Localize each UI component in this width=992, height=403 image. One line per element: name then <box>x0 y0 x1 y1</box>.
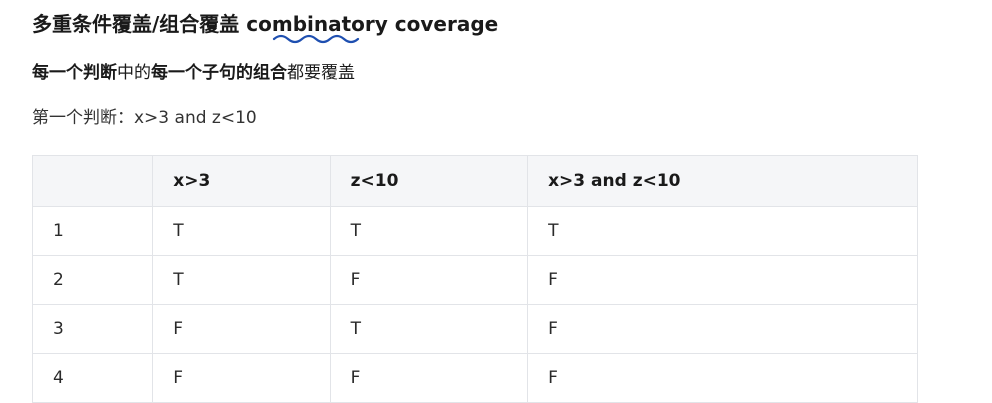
table-cell: T <box>152 206 331 256</box>
table-row: 2 T F F <box>31 255 918 305</box>
row-index-cell: 4 <box>31 353 154 403</box>
table-cell: T <box>329 206 529 256</box>
page-title: 多重条件覆盖/组合覆盖 combinatory coverage <box>32 10 498 38</box>
table-cell: F <box>152 304 331 354</box>
table-cell: T <box>329 304 529 354</box>
table-row: 1 T T T <box>31 206 918 256</box>
table-row: 3 F T F <box>31 304 918 354</box>
table-cell: F <box>527 353 918 403</box>
title-chinese: 多重条件覆盖/组合覆盖 <box>32 12 247 36</box>
row-index-cell: 1 <box>31 206 154 256</box>
squiggle-underline <box>272 34 360 44</box>
definition-strong-2: 每一个子句的组合 <box>151 63 287 83</box>
table-header-row: x>3 z<10 x>3 and z<10 <box>31 155 918 207</box>
table-cell: F <box>527 304 918 354</box>
decision-line: 第一个判断：x>3 and z<10 <box>32 108 257 128</box>
title-english: combinatory coverage <box>246 12 499 36</box>
table-cell: F <box>329 255 529 305</box>
row-index-cell: 2 <box>31 255 154 305</box>
header-cell-index <box>31 155 154 207</box>
combination-table: x>3 z<10 x>3 and z<10 1 T T T 2 T F F 3 … <box>31 155 918 403</box>
table-cell: F <box>527 255 918 305</box>
table-row: 4 F F F <box>31 353 918 403</box>
table-cell: F <box>152 353 331 403</box>
definition-strong-1: 每一个判断 <box>32 63 117 83</box>
header-cell-z-lt-10: z<10 <box>329 155 529 207</box>
definition-text: 每一个判断中的每一个子句的组合都要覆盖 <box>32 60 355 86</box>
header-cell-combined: x>3 and z<10 <box>527 155 918 207</box>
table-cell: T <box>152 255 331 305</box>
definition-normal-2: 都要覆盖 <box>287 63 355 83</box>
header-cell-x-gt-3: x>3 <box>152 155 331 207</box>
row-index-cell: 3 <box>31 304 154 354</box>
table-cell: F <box>329 353 529 403</box>
definition-normal-1: 中的 <box>117 63 151 83</box>
table-cell: T <box>527 206 918 256</box>
